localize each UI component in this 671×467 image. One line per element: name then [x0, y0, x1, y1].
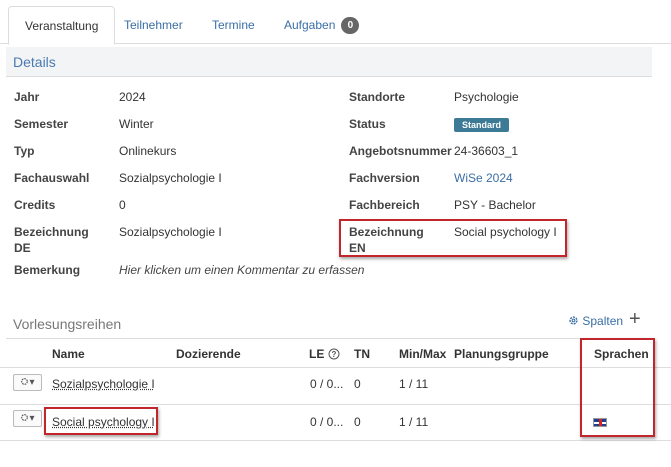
help-circle-icon: ?: [328, 348, 340, 360]
value-credits: 0: [119, 198, 126, 212]
tab-bar: Veranstaltung Teilnehmer Termine Aufgabe…: [0, 0, 671, 45]
header-divider: [0, 367, 671, 368]
label-fachauswahl: Fachauswahl: [14, 171, 90, 185]
gear-icon: [569, 316, 578, 325]
value-jahr: 2024: [119, 90, 146, 104]
tab-aufgaben[interactable]: Aufgaben 0: [268, 6, 375, 44]
value-fachbereich: PSY - Bachelor: [454, 198, 536, 212]
tab-label: Termine: [212, 18, 255, 32]
col-dozierende[interactable]: Dozierende: [176, 347, 241, 361]
caret-down-icon: ▾: [29, 413, 35, 424]
caret-down-icon: ▾: [29, 377, 35, 388]
col-tn[interactable]: TN: [354, 347, 370, 361]
row-divider: [0, 404, 671, 405]
tab-teilnehmer[interactable]: Teilnehmer: [108, 6, 199, 44]
label-bezeichnung-de-suffix: DE: [14, 241, 31, 255]
label-bezeichnung-de: Bezeichnung: [14, 225, 89, 239]
cell-minmax: 1 / 11: [399, 377, 429, 391]
label-bemerkung: Bemerkung: [14, 263, 81, 277]
col-le-label: LE: [309, 347, 325, 361]
highlight-sprachen: [580, 338, 655, 437]
cell-minmax: 1 / 11: [399, 415, 429, 429]
label-fachversion: Fachversion: [349, 171, 420, 185]
label-credits: Credits: [14, 198, 56, 212]
cell-le: 0 / 0...: [310, 415, 344, 429]
columns-button[interactable]: Spalten: [568, 314, 623, 328]
cell-tn: 0: [354, 377, 361, 391]
col-planungsgruppe[interactable]: Planungsgruppe: [454, 347, 549, 361]
label-jahr: Jahr: [14, 90, 40, 104]
value-semester: Winter: [119, 117, 154, 131]
row-divider: [0, 440, 671, 441]
plus-icon[interactable]: +: [629, 309, 641, 329]
row-actions-button[interactable]: ▾: [13, 374, 42, 391]
cell-le: 0 / 0...: [310, 377, 344, 391]
col-minmax[interactable]: Min/Max: [399, 347, 446, 361]
tab-label: Teilnehmer: [124, 18, 183, 32]
label-fachbereich: Fachbereich: [349, 198, 420, 212]
comment-input[interactable]: Hier klicken um einen Kommentar zu erfas…: [119, 262, 364, 278]
value-typ: Onlinekurs: [119, 144, 177, 158]
svg-text:?: ?: [331, 350, 336, 359]
lectures-header: Vorlesungsreihen: [6, 309, 652, 339]
col-name[interactable]: Name: [52, 347, 85, 361]
label-typ: Typ: [14, 144, 35, 158]
value-standorte: Psychologie: [454, 90, 519, 104]
label-semester: Semester: [14, 117, 69, 131]
label-angebotsnummer: Angebotsnummer: [349, 144, 452, 158]
label-standorte: Standorte: [349, 90, 406, 104]
status-badge: Standard: [454, 118, 510, 132]
value-fachauswahl: Sozialpsychologie I: [119, 171, 222, 185]
label-status: Status: [349, 117, 386, 131]
lecture-link[interactable]: Sozialpsychologie I: [52, 377, 155, 391]
tab-veranstaltung[interactable]: Veranstaltung: [8, 6, 116, 45]
columns-label: Spalten: [582, 314, 624, 328]
cell-tn: 0: [354, 415, 361, 429]
tab-termine[interactable]: Termine: [196, 6, 271, 44]
highlight-bezeichnung-en: [339, 219, 567, 257]
tab-label: Aufgaben: [284, 18, 336, 32]
value-bezeichnung-de: Sozialpsychologie I: [119, 225, 222, 239]
lectures-title: Vorlesungsreihen: [13, 316, 122, 332]
value-angebotsnummer: 24-36603_1: [454, 144, 519, 158]
details-title: Details: [13, 54, 56, 70]
task-count-badge: 0: [341, 17, 360, 35]
highlight-lecture-name: [44, 407, 158, 435]
fachversion-link[interactable]: WiSe 2024: [454, 170, 513, 186]
row-actions-button[interactable]: ▾: [13, 410, 42, 427]
details-header: Details: [6, 47, 652, 77]
col-le[interactable]: LE ?: [309, 347, 340, 361]
tab-label: Veranstaltung: [25, 19, 99, 33]
